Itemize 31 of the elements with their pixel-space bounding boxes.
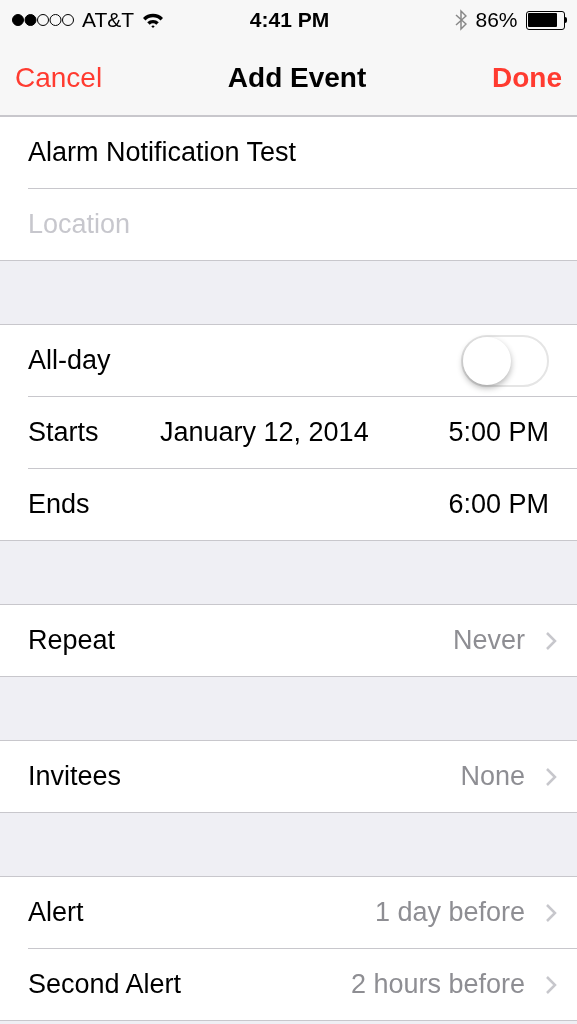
done-button[interactable]: Done [492, 61, 562, 94]
row-label: Invitees [28, 761, 122, 792]
row-value[interactable]: 2 hours before [350, 969, 525, 1000]
nav-title: Add Event [227, 61, 367, 94]
event-title[interactable]: Alarm Notification Test [28, 137, 297, 168]
all-day-switch[interactable] [461, 334, 549, 387]
chevron-icon [545, 974, 557, 995]
signal-icon [12, 13, 74, 27]
row-label: Repeat [28, 625, 116, 656]
location-field[interactable]: Location [28, 209, 549, 240]
chevron-icon [545, 766, 557, 787]
row-label: Starts [28, 417, 100, 448]
row-value[interactable]: None [460, 761, 525, 792]
time-value[interactable]: 5:00 PM [448, 417, 549, 448]
row-label: Alert [28, 897, 84, 928]
battery-icon [525, 10, 567, 30]
date-value[interactable]: January 12, 2014 [160, 417, 449, 448]
row-label: All-day [28, 345, 111, 376]
time-value[interactable]: 6:00 PM [448, 489, 549, 520]
bluetooth-icon [455, 9, 468, 31]
battery-percent: 86% [475, 8, 518, 32]
carrier: AT&T [82, 8, 135, 32]
cancel-button[interactable]: Cancel [15, 61, 103, 94]
row-value[interactable]: Never [452, 625, 525, 656]
status-time: 4:41 PM [249, 8, 330, 32]
row-label: Ends [28, 489, 91, 520]
row-value[interactable]: 1 day before [374, 897, 525, 928]
chevron-icon [545, 630, 557, 651]
row-label: Second Alert [28, 969, 182, 1000]
chevron-icon [545, 902, 557, 923]
wifi-icon [142, 12, 165, 28]
